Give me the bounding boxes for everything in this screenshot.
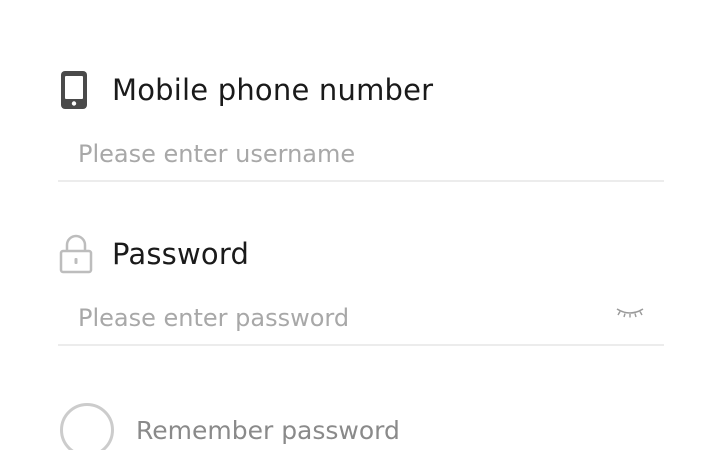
password-field-label: Password (58, 234, 249, 274)
password-label: Password (112, 237, 250, 271)
phone-icon (58, 70, 96, 110)
phone-field-label: Mobile phone number (58, 70, 433, 110)
lock-icon (58, 234, 96, 274)
login-page: Mobile phone number Password (0, 0, 720, 450)
password-input[interactable] (58, 294, 598, 342)
password-input-row (58, 292, 664, 346)
phone-label: Mobile phone number (112, 73, 434, 107)
remember-password-row[interactable]: Remember password (60, 398, 400, 450)
phone-input[interactable] (58, 130, 598, 178)
remember-password-label: Remember password (136, 415, 400, 445)
remember-password-checkbox[interactable] (60, 403, 114, 450)
phone-input-row (58, 128, 664, 182)
eye-closed-icon[interactable] (614, 298, 646, 328)
